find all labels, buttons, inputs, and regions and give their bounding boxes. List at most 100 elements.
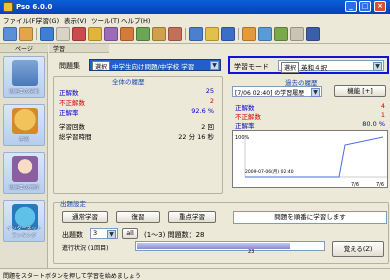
- question-count-label: 出題数: [62, 231, 83, 239]
- edit-icon[interactable]: [136, 27, 150, 41]
- menu-view[interactable]: 表示(V): [64, 15, 87, 25]
- chevron-down-icon[interactable]: ▼: [210, 61, 219, 70]
- graph-timestamp: 2009-07-06(月) 02:40: [245, 169, 294, 175]
- bookmark-icon[interactable]: [152, 27, 166, 41]
- overall-rate-value: 92.6 %: [191, 107, 214, 115]
- settings-title: 出題設定: [60, 200, 86, 208]
- stack-icon[interactable]: [72, 27, 86, 41]
- chart-icon[interactable]: [120, 27, 134, 41]
- total-time-value: 22 分 16 秒: [178, 133, 214, 141]
- menu-file[interactable]: ファイル(F): [3, 15, 38, 25]
- sidebar-item-label: 学習: [18, 137, 29, 143]
- history-select-value: [7/06 02:40] の学習履歴: [235, 90, 305, 97]
- normal-study-button[interactable]: 通常学習: [62, 211, 108, 223]
- question-count-value: 3: [93, 229, 98, 237]
- graph-x-label-2: 7/6: [376, 182, 384, 188]
- help-icon[interactable]: [306, 27, 320, 41]
- export-icon[interactable]: [274, 27, 288, 41]
- page-sidebar: ページ 問題集の情報 学習 問題集の管理 インターネット ランキング: [0, 44, 48, 268]
- collection-label: 問題集: [59, 62, 80, 70]
- star-icon[interactable]: [205, 27, 219, 41]
- focus-study-button[interactable]: 重点学習: [168, 211, 216, 223]
- toolbar: [0, 25, 390, 44]
- menu-tools[interactable]: ツール(T): [91, 15, 120, 25]
- page-tab[interactable]: 学習: [49, 44, 109, 53]
- sidebar-item-internet-ranking[interactable]: インターネット ランキング: [3, 200, 45, 242]
- study-mode-select[interactable]: 選択 英和４択 ▼: [278, 60, 384, 73]
- graph-x-label-1: 7/6: [351, 182, 359, 188]
- window-title: Pso 6.0.0: [16, 3, 53, 11]
- book-icon[interactable]: [40, 27, 54, 41]
- sidebar-header: ページ: [0, 44, 48, 53]
- study-progress-bar: 23: [135, 241, 325, 255]
- history-correct-value: 4: [380, 102, 385, 110]
- sidebar-item-label: インターネット ランキング: [6, 226, 42, 239]
- session-count-value: 2 回: [201, 123, 214, 131]
- review-button[interactable]: 復習: [116, 211, 160, 223]
- question-count-input[interactable]: 3 ▼: [90, 228, 118, 239]
- total-time-label: 総学習時間: [59, 133, 92, 141]
- users-icon[interactable]: [242, 27, 256, 41]
- overall-incorrect-label: 不正解数: [59, 99, 85, 107]
- character-icon[interactable]: [168, 27, 182, 41]
- overall-history-panel: 全体の履歴 正解数 25 不正解数 2 正解率 92.6 % 学習回数 2 回 …: [53, 76, 223, 194]
- mode-value: 英和４択: [301, 64, 328, 72]
- app-window: Pso 6.0.0 _ □ × ファイル(F) 学習(G) 表示(V) ツール(…: [0, 0, 390, 280]
- study-mode-label: 学習モード: [234, 63, 269, 71]
- history-rate-label: 正解率: [235, 122, 255, 130]
- cat-character-icon: [12, 108, 38, 134]
- study-mode-group: 学習モード 選択 英和４択 ▼: [228, 56, 389, 74]
- chevron-down-icon[interactable]: ▼: [373, 62, 382, 71]
- graph-y-top-label: 100%: [235, 135, 250, 141]
- person-icon: [12, 156, 38, 182]
- sidebar-item-study[interactable]: 学習: [3, 104, 45, 146]
- settings-icon[interactable]: [290, 27, 304, 41]
- status-bar: 問題をスタートボタンを押して学習を始めましょう: [0, 268, 390, 280]
- mode-message: 問題を順番に学習します: [233, 211, 387, 224]
- study-page: 学習 問題集 選択 中学生向け問題/中学校 学習 ▼ 学習モード 選択 英和４択 ▼…: [49, 44, 390, 268]
- title-bar[interactable]: Pso 6.0.0 _ □ ×: [0, 0, 390, 14]
- close-button[interactable]: ×: [374, 1, 386, 12]
- start-memorize-button[interactable]: 覚える(Z): [332, 241, 384, 257]
- app-icon: [3, 2, 13, 12]
- back-icon[interactable]: [189, 27, 203, 41]
- history-select[interactable]: [7/06 02:40] の学習履歴 ▼: [232, 86, 322, 97]
- overall-rate-label: 正解率: [59, 109, 79, 117]
- menu-help[interactable]: ヘルプ(H): [121, 15, 150, 25]
- folder-icon[interactable]: [19, 27, 33, 41]
- minimize-button[interactable]: _: [345, 1, 357, 12]
- maximize-button[interactable]: □: [359, 1, 371, 12]
- menu-bar: ファイル(F) 学習(G) 表示(V) ツール(T) ヘルプ(H): [0, 14, 390, 25]
- book-stack-icon: [12, 60, 38, 86]
- search-icon[interactable]: [258, 27, 272, 41]
- chevron-down-icon[interactable]: ▼: [107, 230, 116, 239]
- chevron-down-icon[interactable]: ▼: [311, 88, 320, 97]
- progress-number: 23: [248, 249, 255, 255]
- list-icon[interactable]: [56, 27, 70, 41]
- overall-correct-label: 正解数: [59, 89, 79, 97]
- notebook-icon[interactable]: [88, 27, 102, 41]
- palette-icon[interactable]: [104, 27, 118, 41]
- sidebar-item-label: 問題集の情報: [8, 89, 39, 95]
- menu-study[interactable]: 学習(G): [36, 15, 59, 25]
- collection-select[interactable]: 選択 中学生向け問題/中学校 学習 ▼: [89, 59, 221, 71]
- collection-select-button[interactable]: 選択: [92, 61, 111, 70]
- sidebar-item-collection-info[interactable]: 問題集の情報: [3, 56, 45, 98]
- overall-correct-value: 25: [205, 87, 214, 95]
- all-button[interactable]: all: [122, 228, 138, 239]
- detail-button[interactable]: 機能 [+]: [334, 85, 386, 97]
- sidebar-item-label: 問題集の管理: [8, 185, 39, 191]
- progress-fill: [137, 243, 290, 249]
- history-incorrect-value: 1: [380, 111, 385, 119]
- overall-history-title: 全体の履歴: [112, 78, 145, 86]
- collection-value: 中学生向け問題/中学校 学習: [112, 63, 195, 71]
- sidebar-item-collection-manage[interactable]: 問題集の管理: [3, 152, 45, 194]
- mode-select-button[interactable]: 選択: [281, 62, 300, 73]
- session-count-label: 学習回数: [59, 123, 85, 131]
- history-rate-value: 80.0 %: [362, 120, 385, 128]
- grid-icon[interactable]: [221, 27, 235, 41]
- range-text: (1〜3) 問題数：28: [144, 231, 205, 239]
- open-icon[interactable]: [3, 27, 17, 41]
- graph-canvas: 100% 2009-07-06(月) 02:40 7/6 7/6: [235, 135, 387, 188]
- overall-incorrect-value: 2: [209, 97, 214, 105]
